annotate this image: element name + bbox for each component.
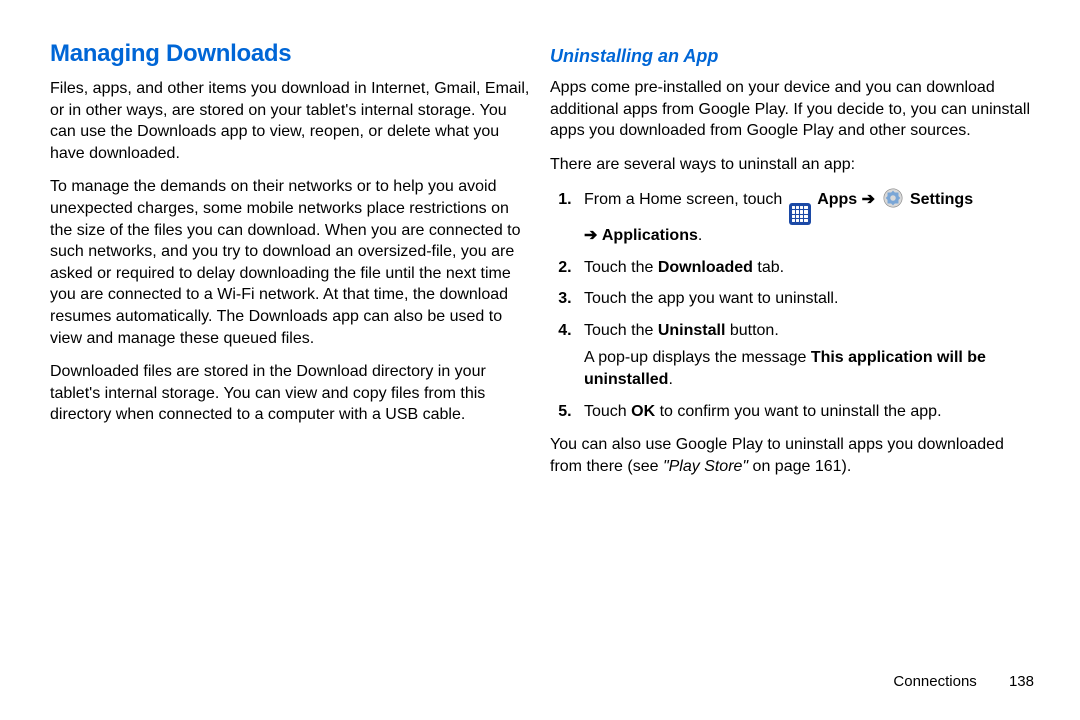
step-extra: A pop-up displays the message This appli…	[584, 347, 1030, 390]
label-uninstall: Uninstall	[658, 322, 726, 339]
label-applications: Applications	[602, 227, 698, 244]
step-text: From a Home screen, touch	[584, 191, 782, 208]
body-paragraph: Apps come pre-installed on your device a…	[550, 77, 1030, 142]
cross-reference: "Play Store"	[663, 458, 748, 475]
closing-text: on page 161).	[748, 458, 851, 475]
footer-page-number: 138	[1009, 673, 1034, 690]
step-text: Touch the app you want to uninstall.	[584, 290, 838, 307]
step-text: tab.	[753, 259, 784, 276]
subheading-uninstalling: Uninstalling an App	[550, 46, 1030, 67]
step-item: Touch the app you want to uninstall.	[576, 288, 1030, 310]
step-text: A pop-up displays the message	[584, 349, 811, 366]
step-text: button.	[725, 322, 778, 339]
footer-section-label: Connections	[893, 673, 976, 690]
label-ok: OK	[631, 403, 655, 420]
step-item: From a Home screen, touch Apps ➔ Setting…	[576, 187, 1030, 246]
step-item: Touch the Uninstall button. A pop-up dis…	[576, 320, 1030, 391]
closing-paragraph: You can also use Google Play to uninstal…	[550, 434, 1030, 477]
heading-managing-downloads: Managing Downloads	[50, 40, 530, 68]
label-downloaded: Downloaded	[658, 259, 753, 276]
step-item: Touch the Downloaded tab.	[576, 257, 1030, 279]
page-content: Managing Downloads Files, apps, and othe…	[0, 0, 1080, 650]
step-text: Touch the	[584, 322, 658, 339]
arrow-icon: ➔	[862, 191, 875, 208]
apps-grid-icon	[789, 203, 811, 225]
step-item: Touch OK to confirm you want to uninstal…	[576, 401, 1030, 423]
arrow-icon: ➔	[584, 227, 597, 244]
page-footer: Connections 138	[893, 673, 1034, 690]
step-text: Touch the	[584, 259, 658, 276]
right-column: Uninstalling an App Apps come pre-instal…	[540, 40, 1040, 650]
body-paragraph: Files, apps, and other items you downloa…	[50, 78, 530, 164]
body-paragraph: There are several ways to uninstall an a…	[550, 154, 1030, 176]
step-text: to confirm you want to uninstall the app…	[655, 403, 941, 420]
body-paragraph: Downloaded files are stored in the Downl…	[50, 361, 530, 426]
steps-list: From a Home screen, touch Apps ➔ Setting…	[550, 187, 1030, 422]
step-text: Touch	[584, 403, 631, 420]
settings-gear-icon	[882, 187, 904, 209]
left-column: Managing Downloads Files, apps, and othe…	[40, 40, 540, 650]
label-apps: Apps	[817, 191, 857, 208]
step-text: .	[668, 371, 672, 388]
label-settings: Settings	[910, 191, 973, 208]
body-paragraph: To manage the demands on their networks …	[50, 176, 530, 349]
